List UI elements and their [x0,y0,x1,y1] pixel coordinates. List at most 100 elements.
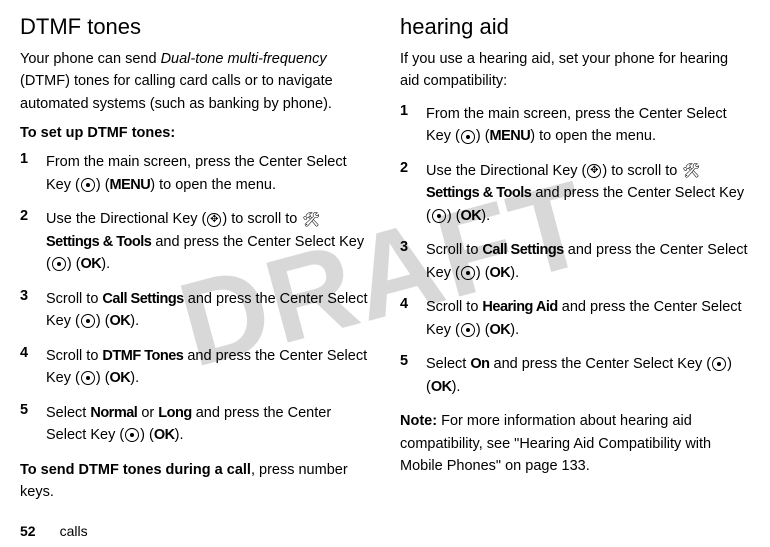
step-2: 2 Use the Directional Key ( ) to scroll t… [400,160,750,227]
step-num: 1 [400,103,426,148]
step-4: 4 Scroll to DTMF Tones and press the Cen… [20,345,370,390]
step-text: From the main screen, press the Center S… [426,103,750,148]
txt: Use the Directional Key ( [426,163,586,179]
ok-label: OK [490,265,511,281]
txt: or [137,405,158,421]
step-2: 2 Use the Directional Key ( ) to scroll t… [20,208,370,275]
txt: ) ( [67,256,81,272]
hearing-aid-label: Hearing Aid [482,299,557,315]
note-text: For more information about hearing aid c… [400,413,711,474]
txt: ) ( [140,427,154,443]
ok-label: OK [81,256,102,272]
directional-key-icon [207,213,221,227]
step-text: Select On and press the Center Select Ke… [426,353,750,398]
step-text: Select Normal or Long and press the Cent… [46,402,370,447]
center-select-icon [461,323,475,337]
step-num: 5 [20,402,46,447]
long-label: Long [158,405,191,421]
step-text: Use the Directional Key () to scroll to … [426,160,750,227]
txt: Select [46,405,90,421]
closing-bold: To send DTMF tones during a call [20,462,251,478]
step-4: 4 Scroll to Hearing Aid and press the Ce… [400,296,750,341]
page-footer: 52 calls [20,523,88,539]
step-num: 4 [20,345,46,390]
txt: Select [426,356,470,372]
txt: ). [510,322,519,338]
txt: ) to scroll to [602,163,681,179]
txt: Scroll to [46,348,102,364]
step-num: 1 [20,151,46,196]
center-select-icon [81,371,95,385]
txt: ). [452,379,461,395]
txt: ) ( [476,128,490,144]
step-1: 1 From the main screen, press the Center… [400,103,750,148]
directional-key-icon [587,164,601,178]
center-select-icon [432,209,446,223]
txt: ) to scroll to [222,211,301,227]
txt: ). [101,256,110,272]
txt: Scroll to [46,291,102,307]
intro-italic: Dual-tone multi-frequency [161,51,327,67]
txt: and press the Center Select Key ( [489,356,711,372]
txt: Scroll to [426,242,482,258]
step-5: 5 Select Normal or Long and press the Ce… [20,402,370,447]
txt: ) to open the menu. [530,128,656,144]
step-num: 4 [400,296,426,341]
step-num: 2 [400,160,426,227]
step-text: Use the Directional Key () to scroll to … [46,208,370,275]
txt: Scroll to [426,299,482,315]
step-num: 3 [400,239,426,284]
center-select-icon [461,266,475,280]
txt: ). [510,265,519,281]
step-3: 3 Scroll to Call Settings and press the … [400,239,750,284]
txt: ). [175,427,184,443]
dtmf-intro: Your phone can send Dual-tone multi-freq… [20,48,370,115]
call-settings-label: Call Settings [102,291,183,307]
step-text: Scroll to Call Settings and press the Ce… [46,288,370,333]
center-select-icon [52,257,66,271]
step-num: 2 [20,208,46,275]
center-select-icon [81,178,95,192]
settings-tools-label: Settings & Tools [46,234,151,250]
call-settings-label: Call Settings [482,242,563,258]
txt: ). [130,370,139,386]
ok-label: OK [110,370,131,386]
txt: ) ( [476,265,490,281]
center-select-icon [712,357,726,371]
step-5: 5 Select On and press the Center Select … [400,353,750,398]
hearing-aid-note: Note: For more information about hearing… [400,410,750,477]
txt: ). [130,313,139,329]
txt: ) ( [447,208,461,224]
page-number: 52 [20,523,36,539]
step-text: From the main screen, press the Center S… [46,151,370,196]
txt: ) ( [96,177,110,193]
dtmf-closing: To send DTMF tones during a call, press … [20,459,370,504]
step-3: 3 Scroll to Call Settings and press the … [20,288,370,333]
on-label: On [470,356,489,372]
settings-tools-label: Settings & Tools [426,185,531,201]
dtmf-tones-label: DTMF Tones [102,348,183,364]
ok-label: OK [154,427,175,443]
note-bold: Note: [400,413,437,429]
center-select-icon [81,314,95,328]
step-text: Scroll to DTMF Tones and press the Cente… [46,345,370,390]
hearing-aid-intro: If you use a hearing aid, set your phone… [400,48,750,93]
txt: ) to open the menu. [150,177,276,193]
txt: ) ( [476,322,490,338]
ok-label: OK [490,322,511,338]
txt: ). [481,208,490,224]
menu-label: MENU [490,128,531,144]
ok-label: OK [110,313,131,329]
intro-post: (DTMF) tones for calling card calls or t… [20,73,333,111]
right-column: hearing aid If you use a hearing aid, se… [400,14,750,504]
tools-icon: 🛠 [302,209,320,231]
hearing-aid-heading: hearing aid [400,14,750,40]
normal-label: Normal [90,405,137,421]
ok-label: OK [461,208,482,224]
left-column: DTMF tones Your phone can send Dual-tone… [20,14,370,504]
step-1: 1 From the main screen, press the Center… [20,151,370,196]
step-text: Scroll to Hearing Aid and press the Cent… [426,296,750,341]
txt: Use the Directional Key ( [46,211,206,227]
intro-pre: Your phone can send [20,51,161,67]
footer-section: calls [60,523,88,539]
